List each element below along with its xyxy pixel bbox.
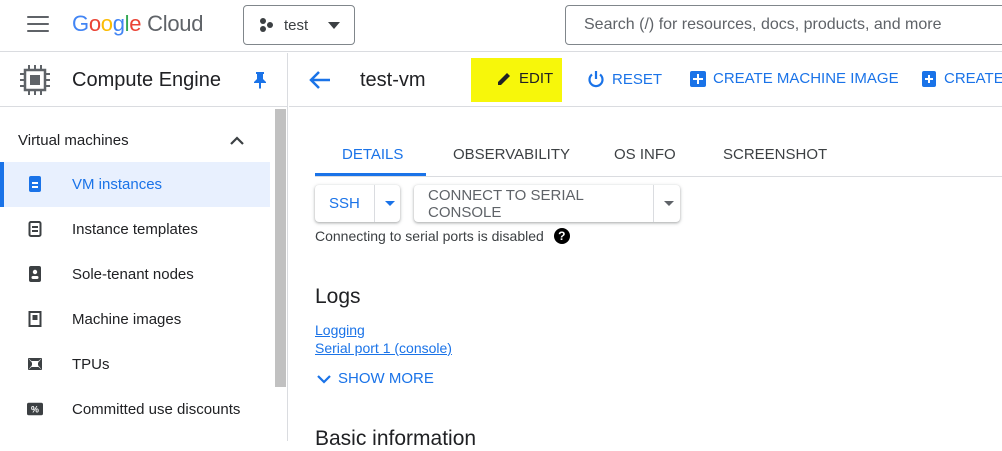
pin-icon[interactable] [252,71,268,89]
logging-link[interactable]: Logging [315,322,365,338]
show-more-button[interactable]: SHOW MORE [317,370,434,387]
back-arrow-icon[interactable] [309,70,331,90]
svg-text:%: % [31,405,39,415]
tab-bar: DETAILS OBSERVABILITY OS INFO SCREENSHOT [315,131,1002,177]
create-snapshot-label: CREATE S [944,70,1002,87]
hamburger-menu-icon[interactable] [27,16,49,34]
dropdown-arrow-icon [663,201,674,206]
template-icon [28,221,42,237]
serial-console-split-button: CONNECT TO SERIAL CONSOLE [414,185,680,222]
action-bar: test-vm EDIT RESET CREATE MACHINE IMAGE [289,53,1002,107]
reset-label: RESET [612,70,663,88]
sidebar-item-vm-instances[interactable]: VM instances [0,162,270,207]
sidebar-item-label: TPUs [72,356,110,373]
edit-button[interactable]: EDIT [496,70,553,87]
chevron-up-icon[interactable] [230,136,244,146]
sidebar-nav: VM instances Instance templates Sole-ten… [0,162,270,432]
vm-instance-icon [29,176,41,192]
sidebar: Compute Engine Virtual machines VM insta… [0,53,288,441]
sidebar-item-label: Committed use discounts [72,401,241,418]
section-label: Virtual machines [18,132,129,149]
ssh-split-button: SSH [315,185,400,222]
create-machine-image-button[interactable]: CREATE MACHINE IMAGE [690,70,899,87]
help-icon[interactable]: ? [553,228,570,244]
sidebar-item-machine-images[interactable]: Machine images [0,297,270,342]
edit-label: EDIT [519,70,554,87]
logo-letter: o [100,11,113,36]
reset-button[interactable]: RESET [587,70,662,88]
active-tab-indicator [315,173,426,176]
sidebar-item-tpus[interactable]: TPUs [0,342,270,387]
sidebar-item-label: Machine images [72,311,182,328]
sidebar-section-virtual-machines[interactable]: Virtual machines [0,108,288,162]
tab-screenshot[interactable]: SCREENSHOT [723,146,827,163]
create-machine-image-label: CREATE MACHINE IMAGE [713,70,899,87]
sidebar-item-label: Sole-tenant nodes [72,266,194,283]
create-snapshot-button[interactable]: CREATE S [921,70,1002,87]
caret-down-icon [328,22,340,29]
tab-os-info[interactable]: OS INFO [614,146,676,163]
sidebar-header: Compute Engine [0,53,287,107]
chevron-down-icon [317,374,331,384]
add-box-icon [690,70,706,87]
logo-letter: o [88,11,101,36]
project-name: test [284,16,309,34]
ssh-dropdown-button[interactable] [373,185,400,222]
compute-engine-chip-icon [20,65,50,95]
logo-letter: G [72,11,89,36]
google-cloud-logo[interactable]: Google Cloud [72,11,203,37]
connect-serial-console-button[interactable]: CONNECT TO SERIAL CONSOLE [414,185,653,222]
vm-title: test-vm [360,69,426,91]
project-picker[interactable]: test [243,5,355,45]
sidebar-scrollbar[interactable] [275,109,286,387]
dropdown-arrow-icon [384,201,395,206]
pencil-icon [498,72,510,85]
logs-heading: Logs [315,285,361,308]
sidebar-item-committed-use-discounts[interactable]: % Committed use discounts [0,387,270,432]
add-snapshot-icon [922,70,936,87]
logo-letter: e [129,11,142,36]
logo-letter: g [112,11,125,36]
power-icon [588,71,604,88]
tpu-icon [28,358,42,370]
show-more-label: SHOW MORE [338,370,434,387]
search-box[interactable] [565,5,1002,45]
main-content: test-vm EDIT RESET CREATE MACHINE IMAGE [289,53,1002,450]
top-bar: Google Cloud test [0,0,1002,52]
discount-icon: % [27,402,43,416]
sidebar-item-label: VM instances [72,176,163,193]
serial-console-dropdown-button[interactable] [652,185,680,222]
tab-details[interactable]: DETAILS [342,146,403,163]
basic-information-heading: Basic information [315,427,477,450]
ssh-button[interactable]: SSH [315,185,374,222]
sidebar-item-instance-templates[interactable]: Instance templates [0,207,270,252]
machine-image-icon [28,311,42,327]
serial-note-text: Connecting to serial ports is disabled [315,228,544,244]
sidebar-item-label: Instance templates [72,221,198,238]
search-input[interactable] [584,16,1002,34]
serial-port-link[interactable]: Serial port 1 (console) [315,340,452,356]
logo-product-name: Cloud [147,11,204,36]
sole-tenant-icon [29,266,41,282]
sidebar-title: Compute Engine [72,69,221,91]
serial-note: Connecting to serial ports is disabled ? [315,228,570,244]
tab-observability[interactable]: OBSERVABILITY [453,146,570,163]
project-dots-icon [260,18,274,32]
sidebar-item-sole-tenant-nodes[interactable]: Sole-tenant nodes [0,252,270,297]
